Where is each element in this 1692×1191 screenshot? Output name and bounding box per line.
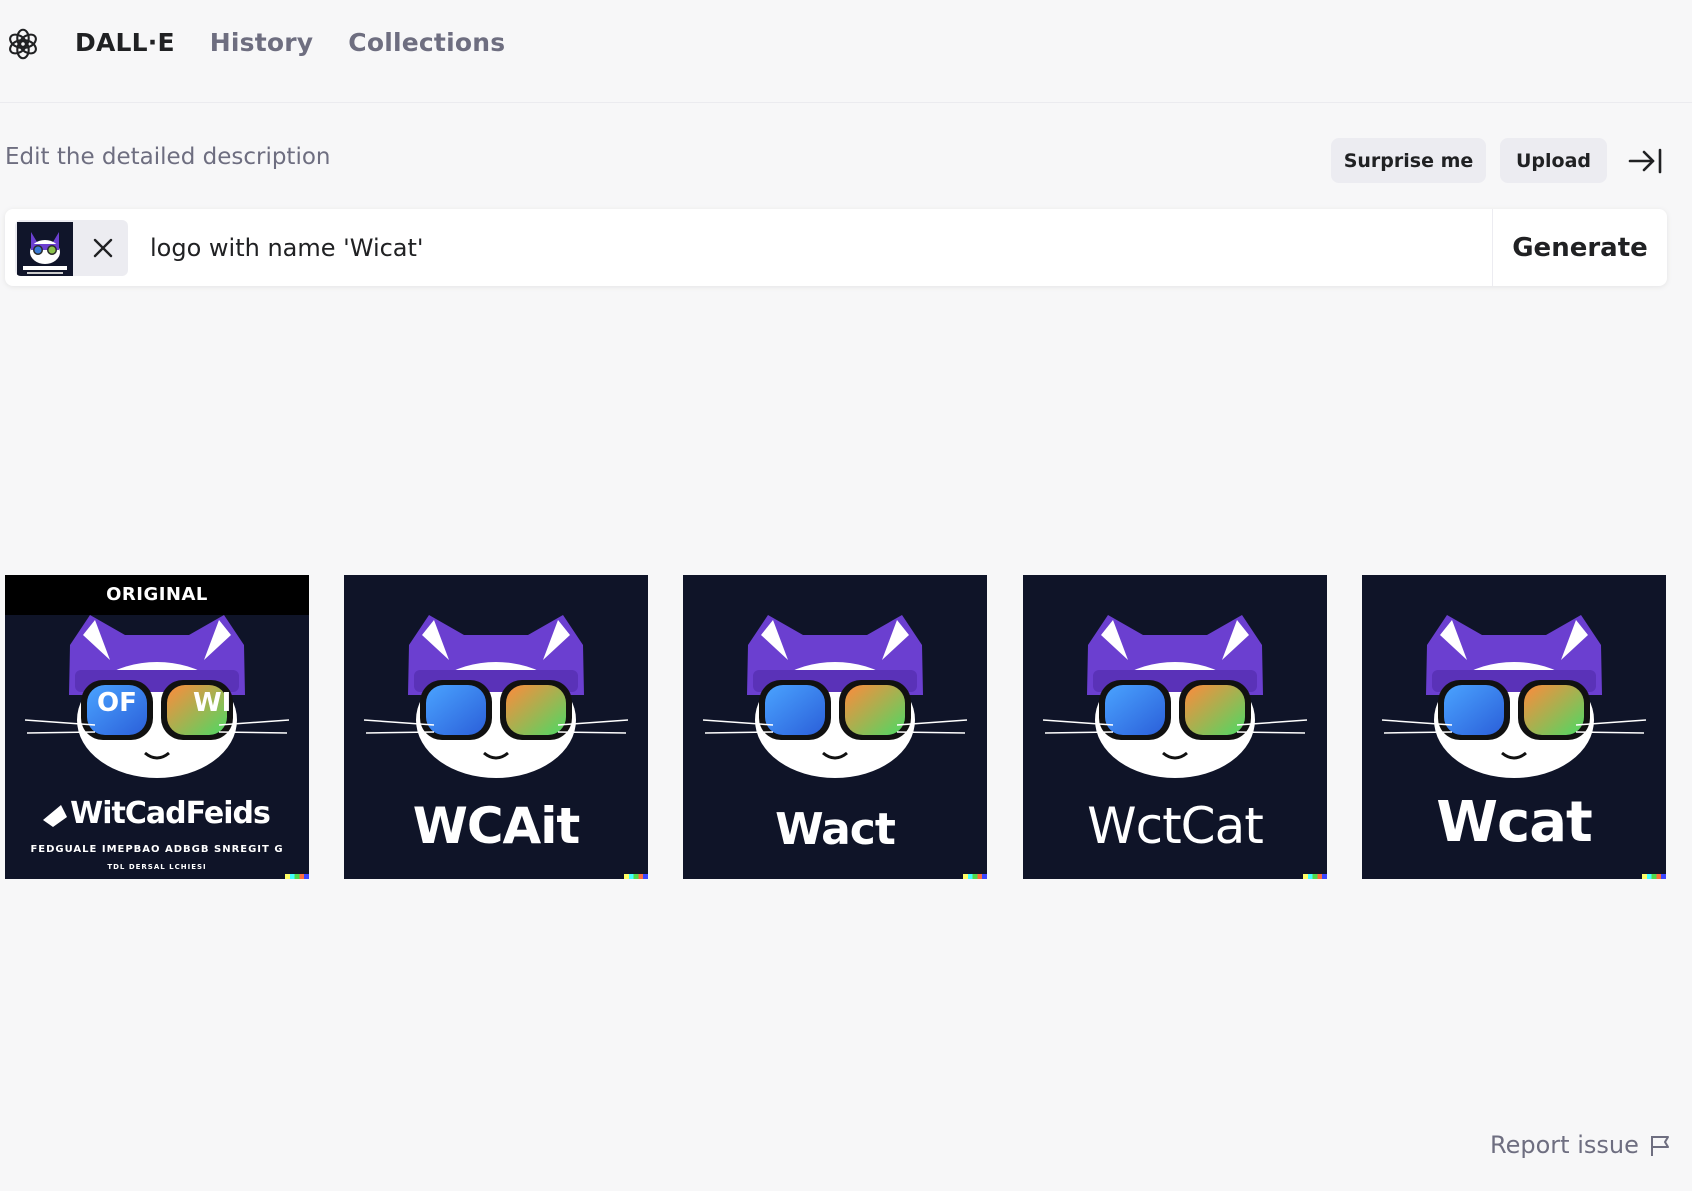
upload-button[interactable]: Upload bbox=[1500, 138, 1607, 183]
lens-text-left: OF bbox=[97, 688, 137, 718]
top-nav-bar: DALL·E History Collections bbox=[0, 0, 1692, 103]
lens-text-right: WI bbox=[193, 688, 232, 718]
dalle-signature bbox=[624, 874, 648, 879]
report-issue-label: Report issue bbox=[1490, 1131, 1639, 1159]
collapse-sidebar-icon[interactable] bbox=[1627, 144, 1663, 178]
source-image-thumbnail bbox=[17, 222, 73, 276]
flag-icon bbox=[1650, 1136, 1669, 1156]
image-title: Wcat bbox=[1436, 790, 1593, 855]
prompt-input[interactable] bbox=[150, 229, 1470, 267]
image-title: WCAit bbox=[412, 797, 581, 855]
image-subtitle-2: TDL DERSAL LCHIESI bbox=[107, 863, 207, 871]
surprise-me-button[interactable]: Surprise me bbox=[1331, 138, 1486, 183]
image-tile-variation-3[interactable]: WctCat bbox=[1023, 575, 1327, 879]
original-badge: ORIGINAL bbox=[5, 575, 309, 615]
source-image-chip[interactable] bbox=[15, 220, 128, 276]
dalle-signature bbox=[963, 874, 987, 879]
prompt-bar: Generate bbox=[5, 209, 1667, 286]
dalle-signature bbox=[285, 874, 309, 879]
generate-button[interactable]: Generate bbox=[1493, 209, 1667, 286]
dalle-signature bbox=[1303, 874, 1327, 879]
image-tile-original[interactable]: ORIGINAL OF WI WitCadFeids FEDGUALE IMEP… bbox=[5, 575, 309, 879]
variations-grid: ORIGINAL OF WI WitCadFeids FEDGUALE IMEP… bbox=[5, 575, 1667, 880]
image-title: WitCadFeids bbox=[70, 796, 271, 831]
nav-collections[interactable]: Collections bbox=[348, 28, 505, 57]
image-tile-variation-4[interactable]: Wcat bbox=[1362, 575, 1666, 879]
image-subtitle: FEDGUALE IMEPBAO ADBGB SNREGIT G bbox=[30, 844, 284, 855]
nav-dalle[interactable]: DALL·E bbox=[75, 28, 175, 57]
image-title: WctCat bbox=[1087, 797, 1264, 855]
openai-logo-icon[interactable] bbox=[4, 25, 42, 63]
image-tile-variation-2[interactable]: Wact bbox=[683, 575, 987, 879]
main-nav: DALL·E History Collections bbox=[75, 28, 540, 57]
nav-history[interactable]: History bbox=[210, 28, 314, 57]
cat-logo-image bbox=[5, 575, 309, 879]
image-tile-variation-1[interactable]: WCAit bbox=[344, 575, 648, 879]
remove-image-icon[interactable] bbox=[91, 236, 115, 260]
image-title: Wact bbox=[775, 804, 896, 855]
report-issue-link[interactable]: Report issue bbox=[1490, 1131, 1673, 1159]
prompt-instructions: Edit the detailed description bbox=[5, 144, 331, 170]
dalle-signature bbox=[1642, 874, 1666, 879]
